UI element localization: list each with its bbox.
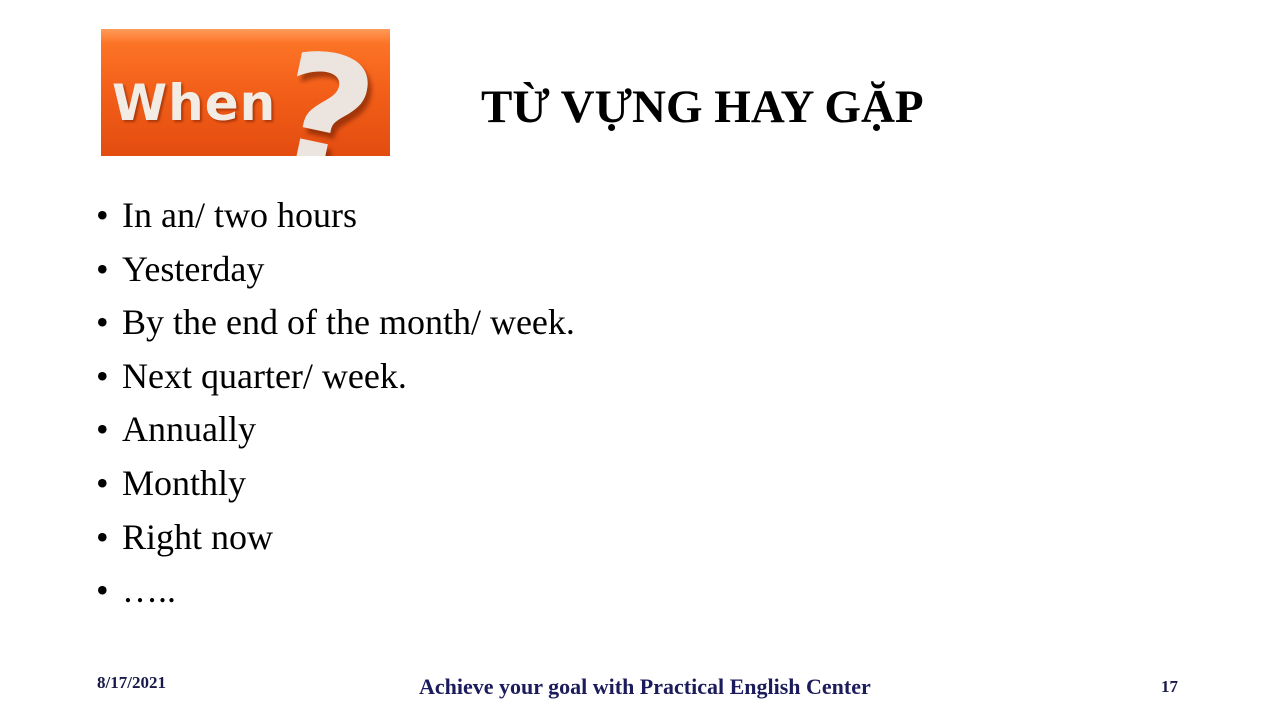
logo-question-mark-wrap: ? [101, 29, 390, 156]
list-item: • Annually [96, 403, 575, 457]
list-item: • ….. [96, 564, 575, 618]
footer-tagline: Achieve your goal with Practical English… [419, 674, 871, 699]
when-logo: When ? [101, 29, 390, 156]
bullet-icon: • [96, 355, 109, 396]
list-item-text: Yesterday [122, 248, 265, 289]
list-item-text: Annually [122, 409, 256, 450]
list-item: • Next quarter/ week. [96, 350, 575, 404]
list-item: • Right now [96, 511, 575, 565]
list-item-text: Monthly [122, 462, 247, 503]
list-item: • Monthly [96, 457, 575, 511]
vocabulary-list: • In an/ two hours • Yesterday • By the end… [96, 189, 575, 618]
bullet-icon: • [96, 516, 109, 557]
list-item-text: By the end of the month/ week. [122, 302, 575, 343]
bullet-icon: • [96, 570, 109, 611]
bullet-icon: • [96, 302, 109, 343]
list-item: • In an/ two hours [96, 189, 575, 243]
list-item: • By the end of the month/ week. [96, 296, 575, 350]
slide-title: TỪ VỰNG HAY GẶP [481, 81, 924, 133]
page-number: 17 [1161, 677, 1178, 696]
list-item-text: Next quarter/ week. [122, 355, 407, 396]
footer-date: 8/17/2021 [97, 673, 166, 692]
list-item-text: Right now [122, 516, 274, 557]
list-item: • Yesterday [96, 243, 575, 297]
list-item-text: ….. [122, 570, 176, 611]
list-item-text: In an/ two hours [122, 195, 357, 235]
bullet-icon: • [96, 409, 109, 450]
question-mark-icon: ? [259, 29, 390, 156]
bullet-icon: • [96, 462, 109, 503]
bullet-icon: • [96, 248, 109, 289]
bullet-icon: • [96, 195, 109, 235]
